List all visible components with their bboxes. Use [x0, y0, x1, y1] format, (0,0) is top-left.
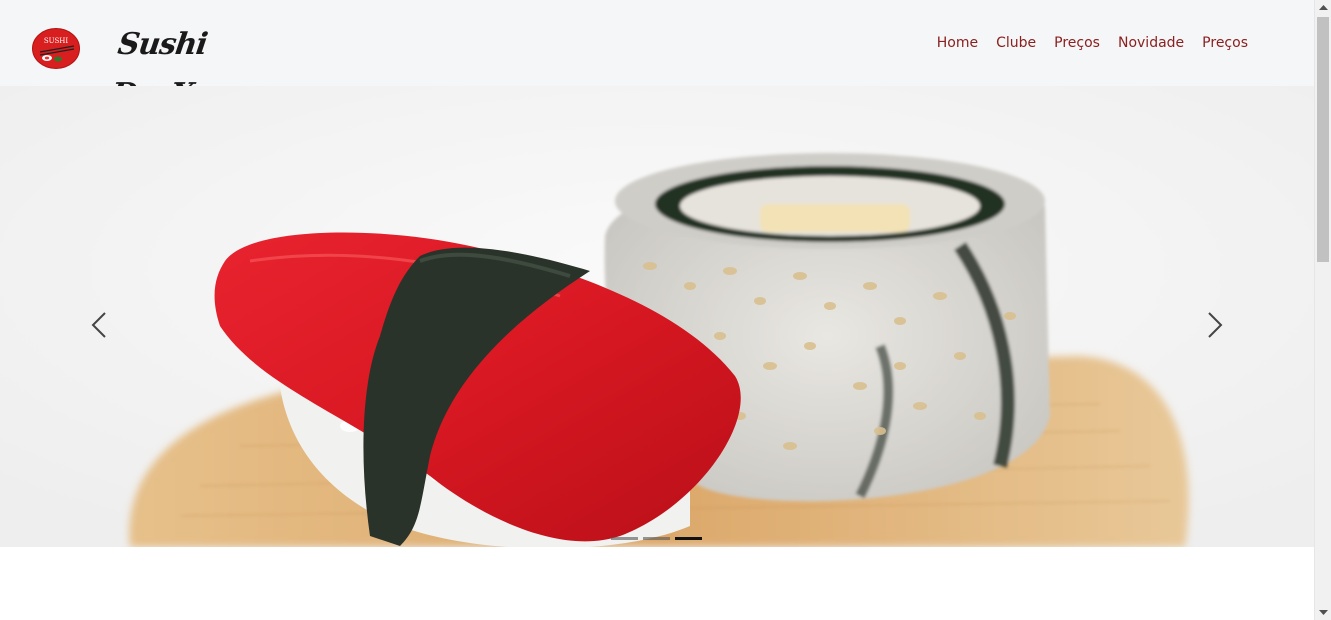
content-area: [0, 547, 1314, 620]
carousel-indicator-2[interactable]: [643, 537, 670, 540]
carousel-indicators: [611, 537, 702, 540]
nav-link-home[interactable]: Home: [928, 33, 987, 53]
brand-name[interactable]: Sushi DevX: [109, 20, 271, 112]
nav-link-precos-2[interactable]: Preços: [1193, 33, 1248, 53]
scroll-up-arrow-icon[interactable]: [1315, 0, 1331, 17]
scrollbar-thumb[interactable]: [1317, 17, 1329, 262]
sushi-logo-icon[interactable]: SUSHI: [32, 28, 80, 69]
nav-link-clube[interactable]: Clube: [987, 33, 1045, 53]
carousel-next-chevron-right-icon[interactable]: [1202, 310, 1226, 340]
nav-link-novidade[interactable]: Novidade: [1109, 33, 1193, 53]
carousel-prev-chevron-left-icon[interactable]: [88, 310, 112, 340]
sushi-slide-image: [0, 86, 1314, 547]
navbar: SUSHI Sushi DevX Home Clube Preços Novid…: [0, 0, 1314, 112]
scroll-down-arrow-icon[interactable]: [1315, 603, 1331, 620]
nav-link-precos[interactable]: Preços: [1045, 33, 1109, 53]
carousel-indicator-3[interactable]: [675, 537, 702, 540]
hero-carousel: [0, 86, 1314, 547]
vertical-scrollbar[interactable]: [1314, 0, 1331, 620]
carousel-indicator-1[interactable]: [611, 537, 638, 540]
main-nav: Home Clube Preços Novidade Preços: [928, 33, 1248, 53]
page: SUSHI Sushi DevX Home Clube Preços Novid…: [0, 0, 1314, 620]
svg-text:SUSHI: SUSHI: [44, 37, 69, 45]
